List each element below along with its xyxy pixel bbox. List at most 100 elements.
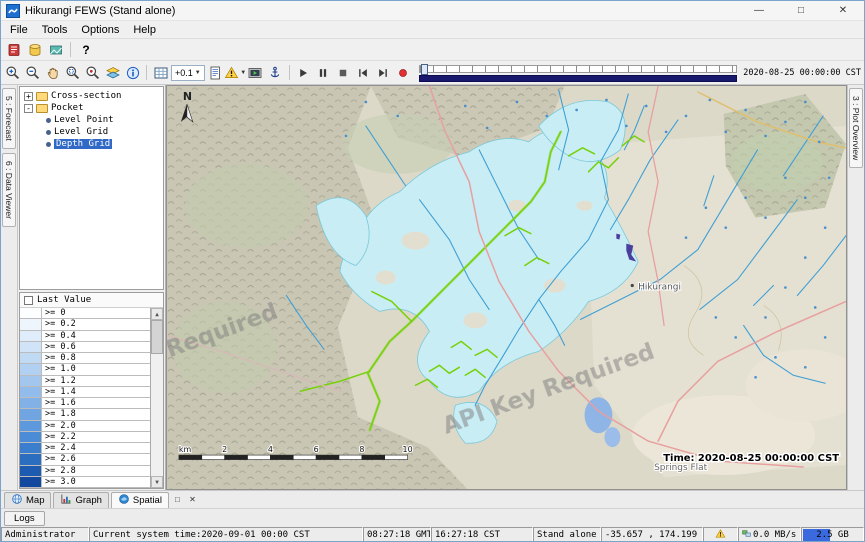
- timeline-ruler[interactable]: [419, 65, 738, 73]
- collapse-icon[interactable]: -: [24, 104, 33, 113]
- legend-item[interactable]: >= 2.4: [20, 443, 150, 454]
- zoom-window-button[interactable]: [63, 63, 82, 83]
- timeline-slider[interactable]: [419, 64, 738, 82]
- deep-water-patch: [585, 397, 613, 433]
- legend-item[interactable]: >= 3.0: [20, 477, 150, 488]
- tree-item-depth-grid[interactable]: Depth Grid: [20, 138, 163, 150]
- zoom-in-button[interactable]: [3, 63, 22, 83]
- maximize-button[interactable]: □: [780, 1, 822, 20]
- pan-button[interactable]: [43, 63, 62, 83]
- info-button[interactable]: [123, 63, 142, 83]
- legend-label: >= 3.0: [42, 477, 150, 487]
- menu-file[interactable]: File: [3, 24, 35, 36]
- legend-item[interactable]: >= 1.2: [20, 376, 150, 387]
- anchor-icon: [267, 65, 283, 81]
- legend-item[interactable]: >= 0.6: [20, 342, 150, 353]
- status-memory: 2.5 GB: [801, 527, 864, 542]
- tree-label: Level Grid: [54, 127, 108, 137]
- legend-label: >= 1.0: [42, 364, 150, 374]
- legend-label: >= 0: [42, 308, 150, 318]
- legend-item[interactable]: >= 0.8: [20, 353, 150, 364]
- tree-item-level-grid[interactable]: Level Grid: [20, 126, 163, 138]
- legend-item[interactable]: >= 0.2: [20, 319, 150, 330]
- legend-scrollbar[interactable]: ▲ ▼: [150, 308, 163, 488]
- tab-data-viewer[interactable]: 6 : Data Viewer: [2, 153, 16, 227]
- menu-tools[interactable]: Tools: [35, 24, 75, 36]
- legend-item[interactable]: >= 2.2: [20, 432, 150, 443]
- profile-button[interactable]: [206, 63, 225, 83]
- legend-item[interactable]: >= 2.6: [20, 454, 150, 465]
- legend-item[interactable]: >= 2.0: [20, 421, 150, 432]
- stop-button[interactable]: [334, 63, 353, 83]
- layers-icon: [105, 65, 121, 81]
- tab-forecast[interactable]: 5 : Forecast: [2, 88, 16, 149]
- menu-options[interactable]: Options: [74, 24, 126, 36]
- map-panel[interactable]: Hikurangi Springs Flat API Key Required …: [166, 85, 847, 490]
- tab-plot-overview[interactable]: 3 : Plot Overview: [849, 88, 863, 168]
- tab-graph[interactable]: Graph: [53, 492, 108, 508]
- globe-icon: [11, 493, 23, 508]
- tab-map[interactable]: Map: [4, 492, 51, 508]
- legend-swatch: [20, 443, 42, 453]
- status-mode: Stand alone: [533, 527, 601, 542]
- main-toolbar: ?: [1, 39, 864, 61]
- interval-value: +0.1: [175, 68, 193, 78]
- map-canvas[interactable]: Hikurangi Springs Flat API Key Required …: [167, 86, 846, 489]
- help-button[interactable]: ?: [76, 40, 96, 60]
- log-browser-button[interactable]: [4, 40, 23, 60]
- go-to-start-button[interactable]: [354, 63, 373, 83]
- tab-spatial[interactable]: Spatial: [111, 492, 169, 508]
- interval-selector[interactable]: +0.1 ▼: [171, 65, 205, 81]
- tab-graph-label: Graph: [75, 495, 101, 506]
- legend-item[interactable]: >= 1.6: [20, 398, 150, 409]
- expand-icon[interactable]: +: [24, 92, 33, 101]
- legend-item[interactable]: >= 1.4: [20, 387, 150, 398]
- zoom-extent-button[interactable]: [83, 63, 102, 83]
- logs-button[interactable]: Logs: [4, 511, 45, 526]
- grid-display-button[interactable]: [151, 63, 170, 83]
- legend-swatch: [20, 308, 42, 318]
- legend-label: >= 1.2: [42, 376, 150, 386]
- scroll-up-icon[interactable]: ▲: [151, 308, 163, 320]
- anchor-button[interactable]: [266, 63, 285, 83]
- pan-hand-icon: [45, 65, 61, 81]
- pause-button[interactable]: [314, 63, 333, 83]
- legend-item[interactable]: >= 1.0: [20, 364, 150, 375]
- town-marker: [631, 284, 634, 287]
- scrollbar-track[interactable]: [151, 354, 163, 476]
- export-animation-button[interactable]: [246, 63, 265, 83]
- play-button[interactable]: [294, 63, 313, 83]
- record-button[interactable]: [394, 63, 413, 83]
- tree-item-level-point[interactable]: Level Point: [20, 114, 163, 126]
- legend-item[interactable]: >= 1.8: [20, 409, 150, 420]
- minimize-button[interactable]: —: [738, 1, 780, 20]
- last-value-checkbox[interactable]: [24, 296, 33, 305]
- go-to-end-button[interactable]: [374, 63, 393, 83]
- thresholds-button[interactable]: ▼: [226, 63, 245, 83]
- close-panel-icon[interactable]: ✕: [186, 493, 199, 506]
- window-title: Hikurangi FEWS (Stand alone): [25, 5, 175, 17]
- legend-label: >= 1.6: [42, 398, 150, 408]
- menu-help[interactable]: Help: [126, 24, 163, 36]
- map-document-button[interactable]: [46, 40, 65, 60]
- close-button[interactable]: ✕: [822, 1, 864, 20]
- legend-item[interactable]: >= 0: [20, 308, 150, 319]
- tree-item-cross-section[interactable]: + Cross-section: [20, 90, 163, 102]
- scrollbar-thumb[interactable]: [151, 320, 163, 354]
- legend-swatch: [20, 353, 42, 363]
- float-panel-icon[interactable]: □: [171, 493, 184, 506]
- scale-tick: 8: [359, 445, 364, 454]
- layers-button[interactable]: [103, 63, 122, 83]
- pause-icon: [316, 66, 330, 80]
- map-document-icon: [48, 42, 64, 58]
- zoom-out-button[interactable]: [23, 63, 42, 83]
- legend-item[interactable]: >= 0.4: [20, 331, 150, 342]
- scroll-down-icon[interactable]: ▼: [151, 476, 163, 488]
- legend-label: >= 0.8: [42, 353, 150, 363]
- legend-item[interactable]: >= 2.8: [20, 466, 150, 477]
- database-button[interactable]: [25, 40, 44, 60]
- tree-item-pocket[interactable]: - Pocket: [20, 102, 163, 114]
- bullet-icon: [46, 130, 51, 135]
- status-warning[interactable]: [703, 527, 738, 542]
- timeline-thumb[interactable]: [421, 64, 428, 75]
